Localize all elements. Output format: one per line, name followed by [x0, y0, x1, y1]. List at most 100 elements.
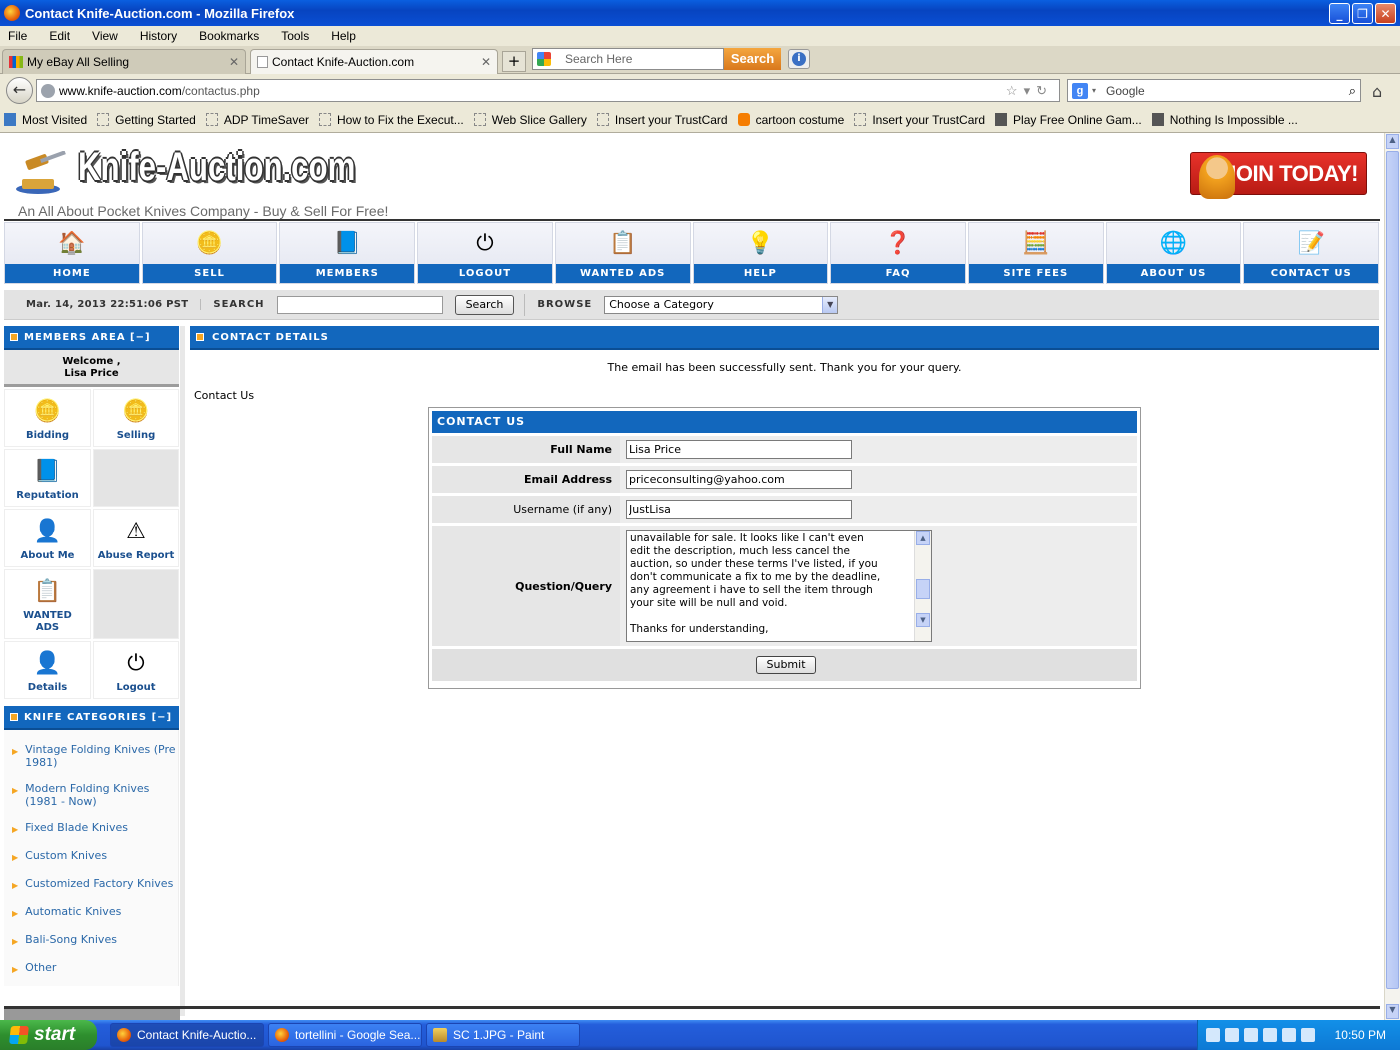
members-area-header[interactable]: MEMBERS AREA [−] [4, 326, 179, 350]
toolbar-search-input[interactable]: Search Here [532, 48, 724, 70]
nav-members[interactable]: 📘 MEMBERS [279, 222, 416, 284]
toolbar-search-button[interactable]: Search [724, 48, 781, 70]
display-icon[interactable] [1301, 1028, 1315, 1042]
menu-edit[interactable]: Edit [45, 29, 74, 43]
bookmark-item[interactable]: Most Visited [4, 113, 87, 127]
bookmark-item[interactable]: Web Slice Gallery [473, 113, 587, 127]
menu-file[interactable]: File [4, 29, 31, 43]
nav-contact-us[interactable]: 📝 CONTACT US [1243, 222, 1380, 284]
nav-faq[interactable]: ❓ FAQ [830, 222, 966, 284]
google-engine-icon[interactable]: g [1072, 82, 1088, 99]
username-field[interactable] [626, 500, 852, 519]
minimize-button[interactable]: _ [1329, 3, 1350, 24]
category-link[interactable]: ▶ Bali-Song Knives [4, 930, 178, 958]
nav-home[interactable]: 🏠 HOME [4, 222, 140, 284]
join-today-button[interactable]: JOIN TODAY! [1190, 152, 1367, 199]
close-button[interactable]: ✕ [1375, 3, 1396, 24]
scroll-thumb[interactable] [916, 579, 930, 599]
knife-categories-header[interactable]: KNIFE CATEGORIES [−] [4, 706, 179, 730]
engine-dropdown-icon[interactable]: ▾ [1092, 86, 1096, 95]
member-about-me[interactable]: 👤 About Me [4, 509, 91, 567]
main-navigation: 🏠 HOME 🪙 SELL 📘 MEMBERS ⏻ LOGOUT 📋 WANTED ADS… [4, 222, 1380, 284]
menu-history[interactable]: History [136, 29, 181, 43]
category-link[interactable]: ▶ Custom Knives [4, 846, 178, 874]
category-link[interactable]: ▶ Other [4, 958, 178, 986]
scroll-down-icon[interactable]: ▼ [916, 613, 930, 627]
menu-tools[interactable]: Tools [277, 29, 313, 43]
start-button[interactable]: start [0, 1020, 97, 1050]
category-link[interactable]: ▶ Fixed Blade Knives [4, 818, 178, 846]
address-bar[interactable]: www.knife-auction.com/contactus.php ☆▾↻ [36, 79, 1060, 102]
textarea-scrollbar[interactable]: ▲ ▼ [914, 531, 931, 641]
category-select[interactable]: Choose a Category ▼ [604, 295, 839, 314]
new-tab-button[interactable]: + [502, 51, 526, 72]
menu-bookmarks[interactable]: Bookmarks [195, 29, 263, 43]
taskbar-item[interactable]: tortellini - Google Sea... [268, 1023, 422, 1047]
bullet-icon [10, 713, 18, 721]
category-link[interactable]: ▶ Modern Folding Knives (1981 - Now) [4, 779, 178, 818]
home-icon[interactable]: ⌂ [1372, 82, 1382, 101]
nav-logout[interactable]: ⏻ LOGOUT [417, 222, 553, 284]
submit-button[interactable]: Submit [756, 656, 816, 674]
member-bidding[interactable]: 🪙 Bidding [4, 389, 91, 447]
scroll-up-icon[interactable]: ▲ [1386, 134, 1399, 149]
bookmark-item[interactable]: cartoon costume [737, 113, 844, 127]
tab-contact[interactable]: Contact Knife-Auction.com ✕ [250, 49, 498, 74]
member-reputation[interactable]: 📘 Reputation [4, 449, 91, 507]
nav-about-us[interactable]: 🌐 ABOUT US [1105, 222, 1242, 284]
site-search-button[interactable]: Search [454, 294, 515, 315]
bookmark-item[interactable]: Insert your TrustCard [854, 113, 985, 127]
category-link[interactable]: ▶ Automatic Knives [4, 902, 178, 930]
bookmark-item[interactable]: ADP TimeSaver [205, 113, 309, 127]
nav-wanted-ads[interactable]: 📋 WANTED ADS [554, 222, 691, 284]
category-link[interactable]: ▶ Customized Factory Knives [4, 874, 178, 902]
page-scrollbar[interactable]: ▲ ▼ [1384, 133, 1400, 1020]
search-engine-input[interactable]: g ▾ Google ⌕ [1067, 79, 1361, 102]
bookmark-item[interactable]: Getting Started [97, 113, 196, 127]
member-details[interactable]: 👤 Details [4, 641, 91, 699]
volume-icon[interactable] [1263, 1028, 1277, 1042]
scroll-down-icon[interactable]: ▼ [1386, 1004, 1399, 1019]
ebay-icon [9, 56, 23, 68]
restore-button[interactable]: ❐ [1352, 3, 1373, 24]
member-abuse-report[interactable]: ⚠ Abuse Report [93, 509, 179, 567]
bookmark-star-icon[interactable]: ☆▾↻ [1006, 83, 1053, 99]
chevron-down-icon[interactable]: ▼ [822, 296, 838, 313]
bookmark-item[interactable]: How to Fix the Execut... [319, 113, 464, 127]
nav-label: FAQ [831, 264, 965, 283]
nav-sell[interactable]: 🪙 SELL [141, 222, 278, 284]
member-wanted-ads[interactable]: 📋 WANTED ADS [4, 569, 91, 639]
member-logout[interactable]: ⏻ Logout [93, 641, 179, 699]
signal-icon[interactable] [1282, 1028, 1296, 1042]
help-icon[interactable] [1206, 1028, 1220, 1042]
site-search-input[interactable] [276, 295, 443, 314]
nav-site-fees[interactable]: 🧮 SITE FEES [967, 222, 1104, 284]
taskbar-item[interactable]: SC 1.JPG - Paint [426, 1023, 580, 1047]
full-name-field[interactable] [626, 440, 852, 459]
bookmark-item[interactable]: Insert your TrustCard [596, 113, 728, 127]
magnifier-icon[interactable]: ⌕ [1349, 83, 1356, 99]
arrow-icon[interactable] [1244, 1028, 1258, 1042]
scroll-thumb[interactable] [1386, 151, 1399, 989]
nav-help[interactable]: 💡 HELP [692, 222, 829, 284]
window-titlebar: Contact Knife-Auction.com - Mozilla Fire… [0, 0, 1400, 26]
form-row-username: Username (if any) [432, 496, 1137, 523]
member-selling[interactable]: 🪙 Selling [93, 389, 179, 447]
welcome-box: Welcome , Lisa Price [4, 350, 179, 387]
menu-view[interactable]: View [88, 29, 122, 43]
tab-my-ebay[interactable]: My eBay All Selling ✕ [2, 49, 246, 74]
bookmark-item[interactable]: Nothing Is Impossible ... [1151, 113, 1298, 127]
query-textarea[interactable]: unavailable for sale. It looks like I ca… [626, 530, 932, 642]
back-button[interactable]: ← [6, 77, 33, 104]
scroll-up-icon[interactable]: ▲ [916, 531, 930, 545]
category-link[interactable]: ▶ Vintage Folding Knives (Pre 1981) [4, 740, 178, 779]
tab-close-icon[interactable]: ✕ [229, 55, 239, 69]
email-field[interactable] [626, 470, 852, 489]
info-button[interactable]: i [788, 49, 810, 69]
info-icon: i [792, 52, 806, 66]
taskbar-item[interactable]: Contact Knife-Auctio... [110, 1023, 264, 1047]
menu-help[interactable]: Help [327, 29, 360, 43]
bookmark-item[interactable]: Play Free Online Gam... [995, 113, 1142, 127]
network-icon[interactable] [1225, 1028, 1239, 1042]
tab-close-icon[interactable]: ✕ [481, 55, 491, 69]
